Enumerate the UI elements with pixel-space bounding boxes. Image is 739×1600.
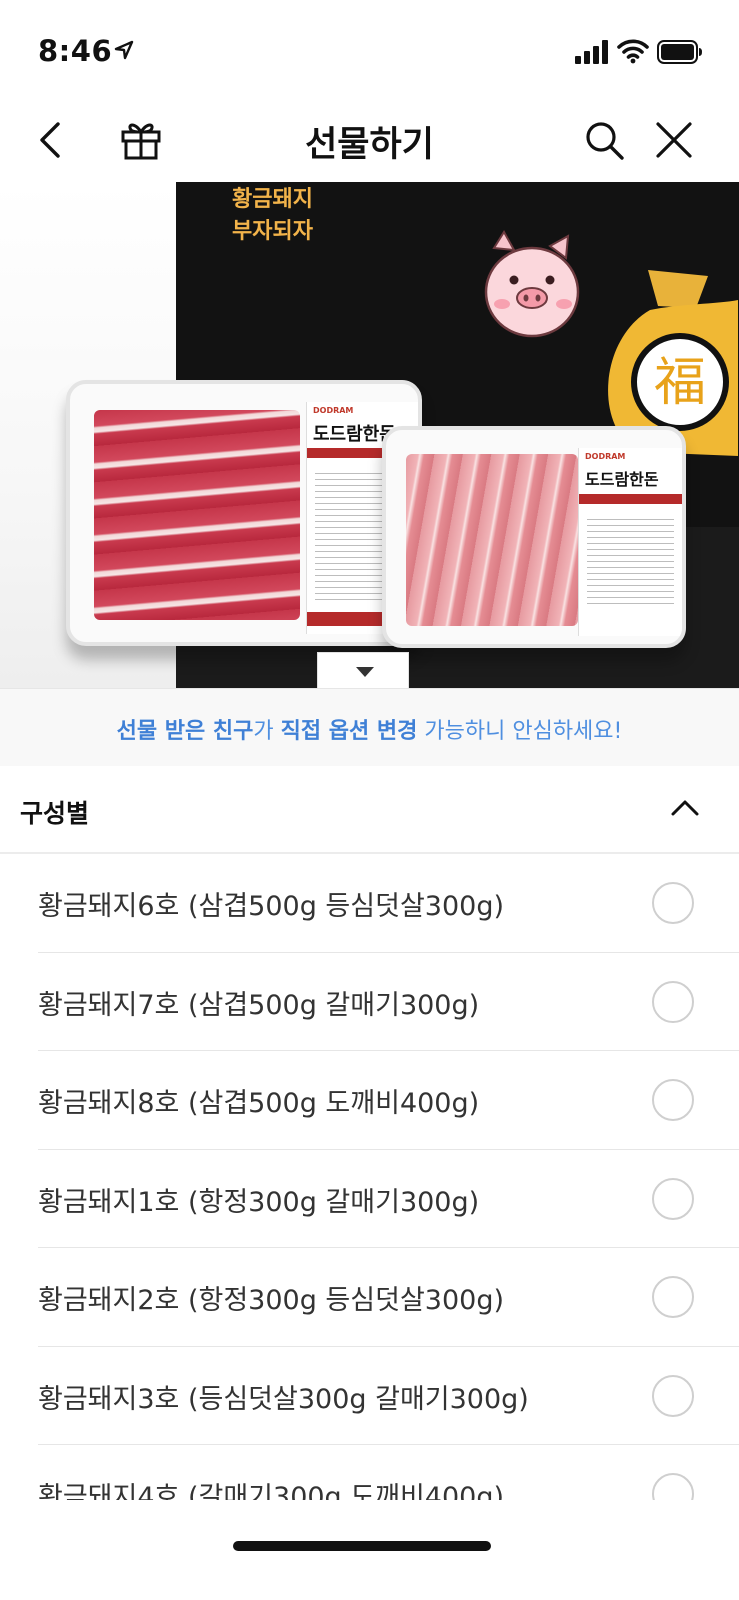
search-icon[interactable] [582, 118, 626, 162]
product-image: 황금돼지 부자되자 福 DODRAM 도드람한돈 DODRAM 도드람한돈 [0, 182, 739, 688]
product-tray-large: DODRAM 도드람한돈 [66, 380, 422, 646]
option-label: 황금돼지6호 (삼겹500g 등심덧살300g) [38, 891, 504, 922]
brand-small-text: DODRAM [585, 452, 626, 461]
box-slogan-line: 부자되자 [232, 219, 313, 244]
option-item[interactable]: 황금돼지8호 (삼겹500g 도깨비400g) [38, 1051, 739, 1150]
status-time: 8:46 [38, 34, 113, 68]
radio-button[interactable] [652, 1079, 694, 1121]
option-item[interactable]: 황금돼지3호 (등심덧살300g 갈매기300g) [38, 1347, 739, 1445]
option-list: 황금돼지6호 (삼겹500g 등심덧살300g) 황금돼지7호 (삼겹500g … [0, 854, 739, 1504]
option-label: 황금돼지7호 (삼겹500g 갈매기300g) [38, 989, 480, 1021]
battery-icon [657, 40, 702, 64]
option-item[interactable]: 황금돼지6호 (삼겹500g 등심덧살300g) [38, 854, 739, 953]
radio-button[interactable] [652, 882, 694, 924]
image-expand-button[interactable] [317, 652, 409, 688]
radio-button[interactable] [652, 980, 694, 1023]
notice-text: 가 [253, 719, 281, 744]
status-bar: 8:46 [0, 0, 739, 100]
box-slogan: 황금돼지 부자되자 [232, 184, 313, 248]
product-tray-small: DODRAM 도드람한돈 [382, 426, 686, 648]
option-item[interactable]: 황금돼지1호 (항정300g 갈매기300g) [38, 1150, 739, 1248]
radio-button[interactable] [652, 1177, 694, 1220]
option-item[interactable]: 황금돼지2호 (항정300g 등심덧살300g) [38, 1248, 739, 1347]
notice-text: 가능하니 안심하세요! [417, 719, 623, 744]
option-change-notice: 선물 받은 친구가 직접 옵션 변경 가능하니 안심하세요! [0, 688, 739, 766]
brand-small-text: DODRAM [313, 406, 354, 415]
option-group-header[interactable]: 구성별 [0, 766, 739, 854]
label-fine-print [587, 514, 674, 606]
chevron-up-icon[interactable] [670, 796, 700, 820]
page-title: 선물하기 [305, 125, 434, 165]
label-stripe [579, 494, 682, 504]
radio-button[interactable] [652, 1276, 694, 1318]
location-arrow-icon [114, 40, 134, 60]
option-item[interactable]: 황금돼지4호 (갈매기300g 도깨비400g) [38, 1445, 739, 1504]
option-label: 황금돼지8호 (삼겹500g 도깨비400g) [38, 1088, 480, 1119]
notice-highlight: 직접 옵션 변경 [280, 719, 418, 744]
screen: 8:46 선물하기 황금돼지 부자되자 福 DODRAM 도드람한돈 DODRA… [0, 0, 739, 1600]
option-item[interactable]: 황금돼지7호 (삼겹500g 갈매기300g) [38, 953, 739, 1051]
option-label: 황금돼지2호 (항정300g 등심덧살300g) [38, 1285, 504, 1316]
pig-mascot-icon [484, 230, 580, 338]
brand-text: 도드람한돈 [585, 470, 659, 489]
notice-highlight: 선물 받은 친구 [116, 719, 254, 744]
radio-button[interactable] [652, 1374, 694, 1417]
caret-down-icon [356, 667, 374, 677]
product-label: DODRAM 도드람한돈 [578, 448, 682, 636]
nav-bar: 선물하기 [0, 100, 739, 182]
pork-belly-image [94, 410, 300, 620]
close-icon[interactable] [652, 118, 696, 162]
wifi-icon [617, 39, 649, 64]
option-label: 황금돼지1호 (항정300g 갈매기300g) [38, 1186, 480, 1218]
option-group-title: 구성별 [20, 799, 90, 828]
pork-sliced-image [406, 454, 578, 626]
bag-character: 福 [654, 353, 706, 413]
home-indicator[interactable] [233, 1541, 491, 1551]
box-slogan-line: 황금돼지 [232, 187, 313, 212]
option-label: 황금돼지3호 (등심덧살300g 갈매기300g) [38, 1383, 529, 1415]
cellular-signal-icon [575, 40, 608, 64]
